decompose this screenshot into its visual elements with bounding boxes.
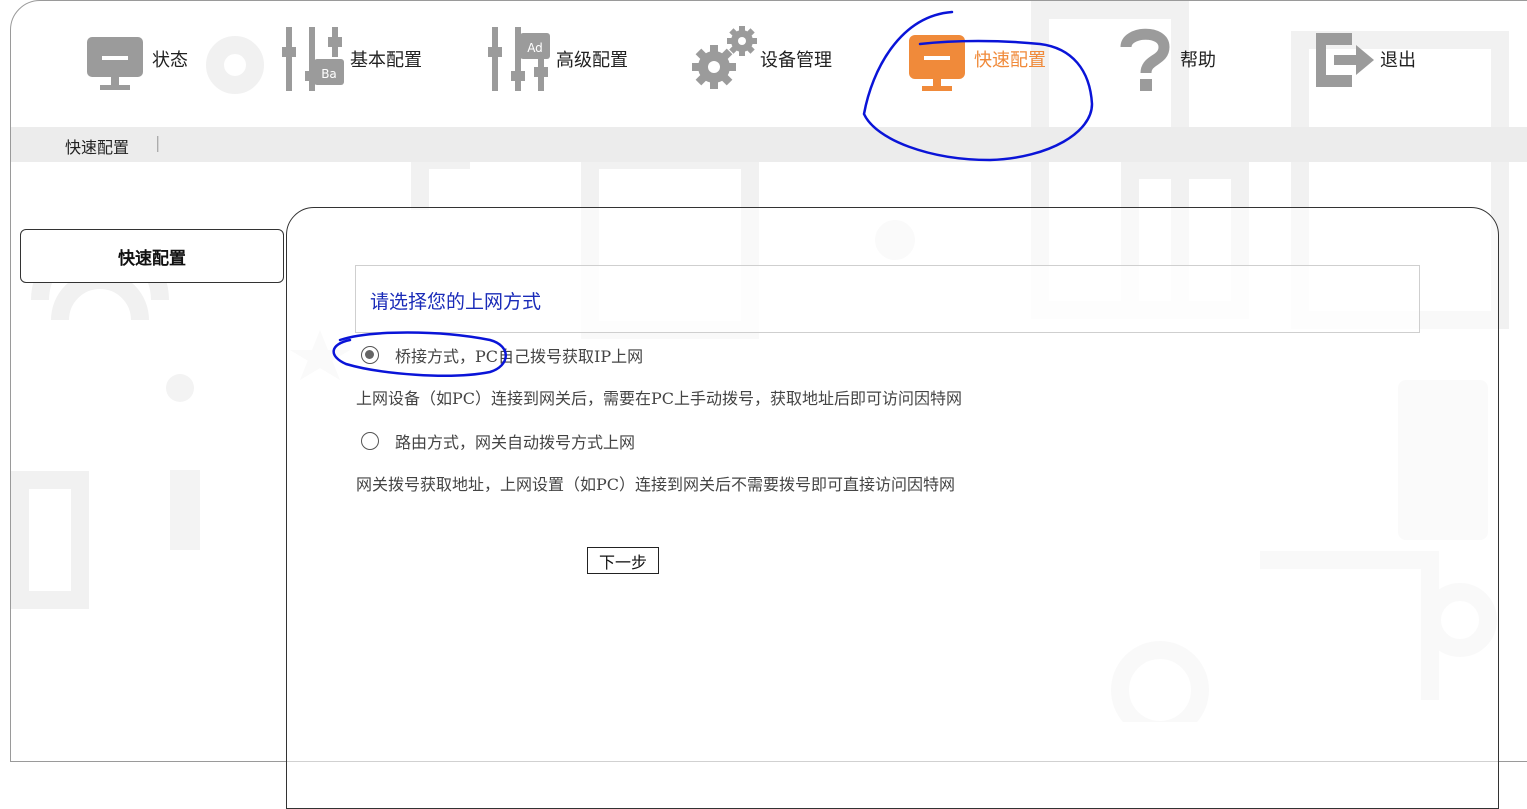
radio-route-mode[interactable] <box>361 432 379 450</box>
sidebar-item-label: 快速配置 <box>118 248 186 269</box>
nav-label-advanced-config: 高级配置 <box>556 50 628 71</box>
nav-item-device-management[interactable]: 设备管理 <box>692 14 832 104</box>
breadcrumb-separator: | <box>155 133 161 152</box>
breadcrumb-current[interactable]: 快速配置 <box>65 134 129 158</box>
nav-label-status: 状态 <box>152 50 188 71</box>
sliders-advanced-icon: Ad <box>488 23 552 95</box>
nav-label-logout: 退出 <box>1380 50 1416 71</box>
monitor-icon <box>84 23 148 95</box>
option-bridge-mode[interactable]: 桥接方式，PC自己拨号获取IP上网 <box>361 343 643 367</box>
option-route-mode[interactable]: 路由方式，网关自动拨号方式上网 <box>361 429 635 453</box>
monitor-icon <box>906 23 970 95</box>
option-bridge-description: 上网设备（如PC）连接到网关后，需要在PC上手动拨号，获取地址后即可访问因特网 <box>356 389 963 408</box>
nav-label-quick-config: 快速配置 <box>974 50 1046 71</box>
nav-item-advanced-config[interactable]: Ad 高级配置 <box>488 14 628 104</box>
section-title-box: 请选择您的上网方式 <box>355 265 1420 333</box>
next-step-button[interactable]: 下一步 <box>587 547 659 574</box>
nav-item-help[interactable]: 帮助 <box>1112 14 1216 104</box>
radio-bridge-mode[interactable] <box>361 346 379 364</box>
nav-item-status[interactable]: 状态 <box>84 14 188 104</box>
sidebar-item-quick-config[interactable]: 快速配置 <box>20 229 284 283</box>
gears-icon <box>692 23 757 95</box>
sliders-basic-icon: Ba <box>282 23 346 95</box>
option-bridge-label[interactable]: 桥接方式，PC自己拨号获取IP上网 <box>395 343 643 367</box>
option-route-description: 网关拨号获取地址，上网设置（如PC）连接到网关后不需要拨号即可直接访问因特网 <box>356 475 956 494</box>
advanced-badge-text: Ad <box>527 41 543 55</box>
breadcrumb: 快速配置 | <box>11 127 1527 162</box>
nav-label-help: 帮助 <box>1180 50 1216 71</box>
option-route-label[interactable]: 路由方式，网关自动拨号方式上网 <box>395 429 635 453</box>
nav-item-logout[interactable]: 退出 <box>1312 14 1416 104</box>
nav-label-device-management: 设备管理 <box>760 50 832 71</box>
page-title: 请选择您的上网方式 <box>370 291 542 313</box>
exit-icon <box>1312 23 1376 95</box>
nav-item-basic-config[interactable]: Ba 基本配置 <box>282 14 422 104</box>
nav-item-quick-config[interactable]: 快速配置 <box>906 14 1046 104</box>
nav-label-basic-config: 基本配置 <box>350 50 422 71</box>
basic-badge-text: Ba <box>321 67 337 81</box>
question-icon <box>1112 23 1176 95</box>
